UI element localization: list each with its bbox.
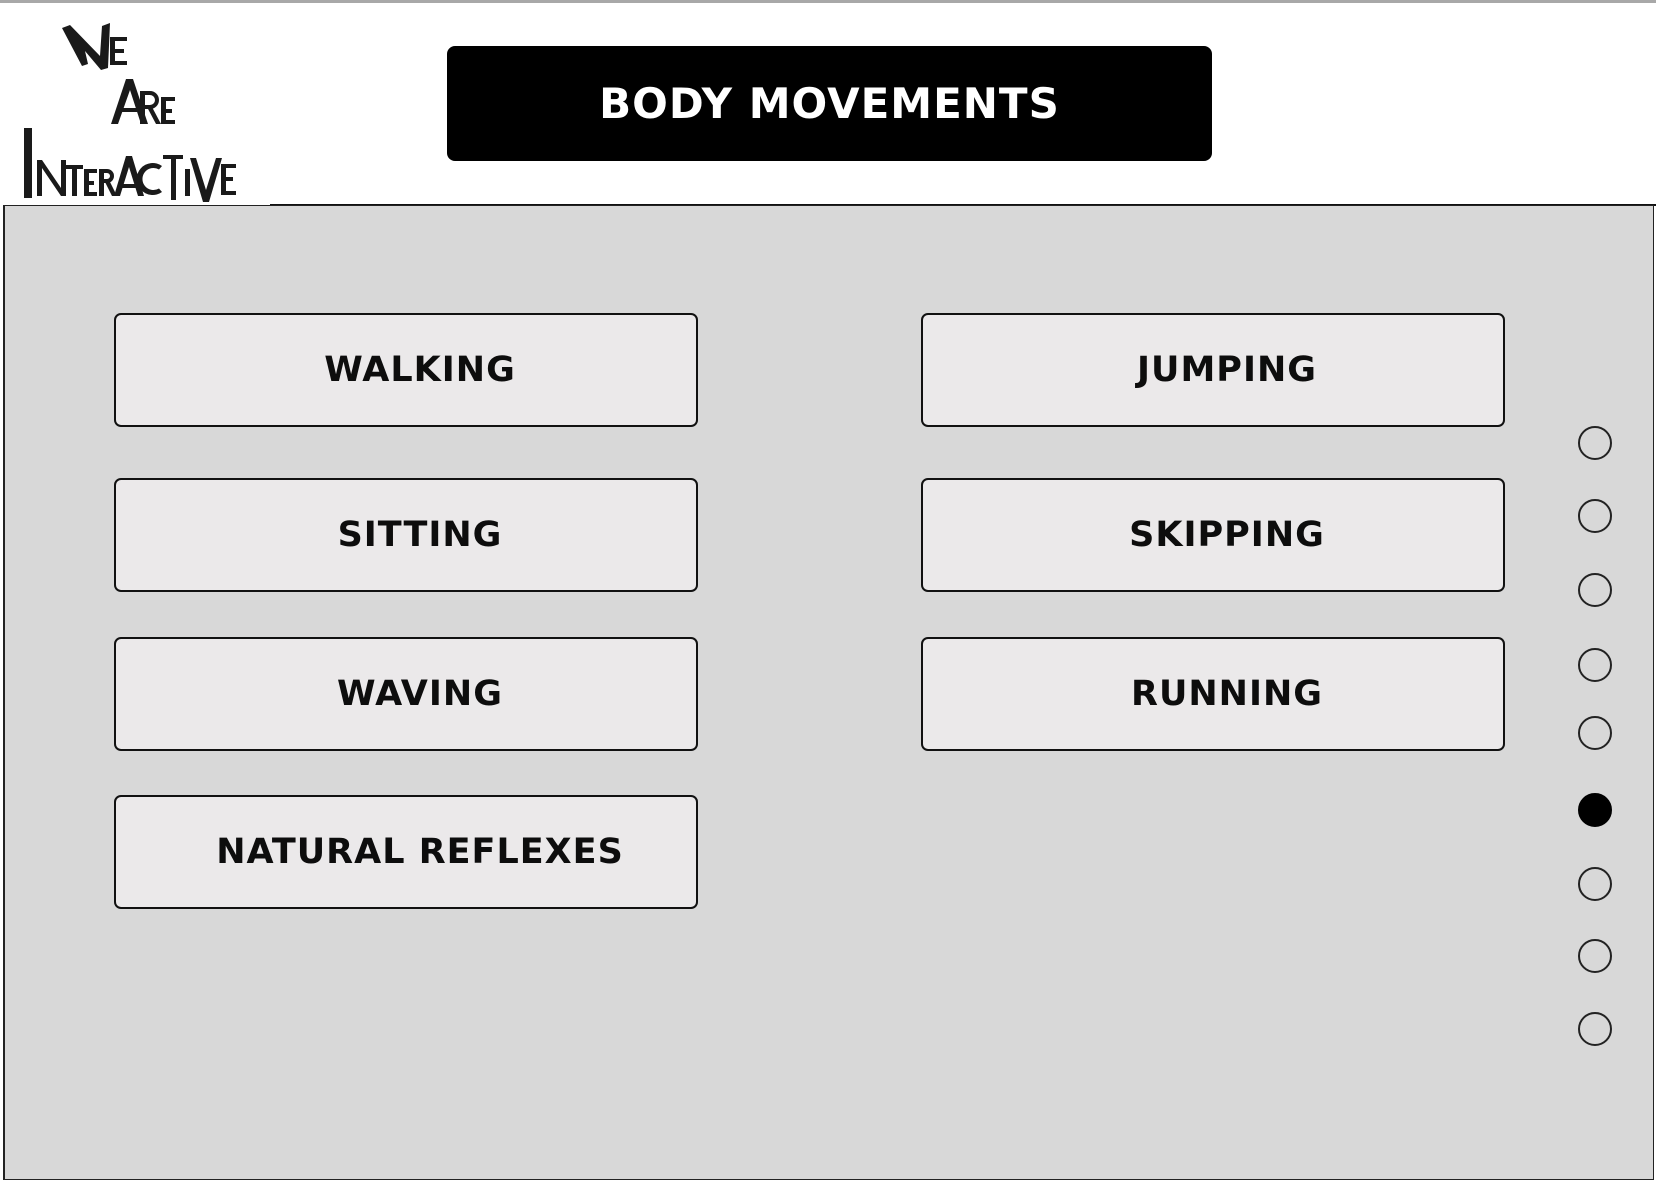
page-dot[interactable] — [1578, 499, 1612, 533]
skipping-button[interactable]: SKIPPING — [921, 478, 1505, 592]
page-dot[interactable] — [1578, 1012, 1612, 1046]
jumping-button[interactable]: JUMPING — [921, 313, 1505, 427]
running-button-label: RUNNING — [1131, 674, 1323, 714]
page-dot[interactable] — [1578, 716, 1612, 750]
sitting-button[interactable]: SITTING — [114, 478, 698, 592]
header: BODY MOVEMENTS — [0, 3, 1656, 205]
page-title: BODY MOVEMENTS — [447, 46, 1212, 161]
page-dot[interactable] — [1578, 939, 1612, 973]
we-are-interactive-logo — [24, 23, 236, 202]
natural-reflexes-button-label: NATURAL REFLEXES — [216, 832, 624, 872]
waving-button[interactable]: WAVING — [114, 637, 698, 751]
jumping-button-label: JUMPING — [1137, 350, 1317, 390]
page-dot-active[interactable] — [1578, 793, 1612, 827]
natural-reflexes-button[interactable]: NATURAL REFLEXES — [114, 795, 698, 909]
page-dot[interactable] — [1578, 648, 1612, 682]
skipping-button-label: SKIPPING — [1129, 515, 1325, 555]
page-indicator — [1578, 425, 1614, 1050]
running-button[interactable]: RUNNING — [921, 637, 1505, 751]
page-dot[interactable] — [1578, 426, 1612, 460]
page-dot[interactable] — [1578, 867, 1612, 901]
waving-button-label: WAVING — [337, 674, 503, 714]
sitting-button-label: SITTING — [337, 515, 503, 555]
walking-button[interactable]: WALKING — [114, 313, 698, 427]
page-dot[interactable] — [1578, 573, 1612, 607]
walking-button-label: WALKING — [324, 350, 516, 390]
